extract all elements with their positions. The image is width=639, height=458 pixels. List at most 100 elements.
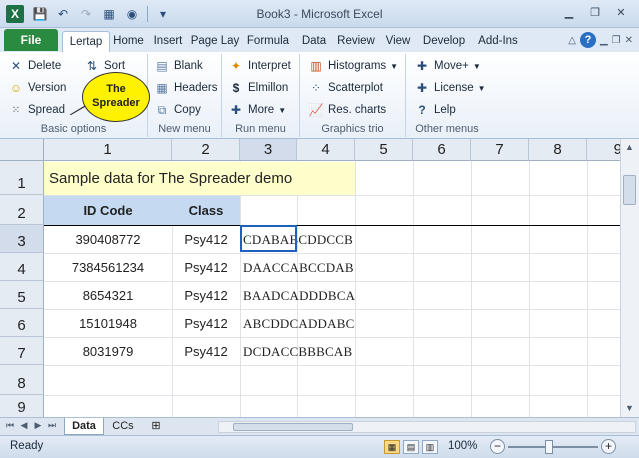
response-string-cell[interactable]: DAACCABCCDAB	[241, 254, 354, 281]
first-sheet-icon[interactable]: ⏮	[4, 420, 16, 431]
close-icon[interactable]: ✕	[609, 3, 633, 21]
column-header[interactable]: 5	[355, 139, 413, 161]
tab-formulas[interactable]: Formula	[242, 31, 294, 52]
response-string-cell[interactable]: DCDACCBBBCAB	[241, 338, 352, 365]
elmillon-button[interactable]: $ Elmillon	[228, 78, 289, 98]
zoom-slider-track[interactable]	[508, 446, 598, 448]
column-header[interactable]: 4	[297, 139, 355, 161]
tab-insert[interactable]: Insert	[148, 31, 188, 52]
workbook-close-icon[interactable]: ✕	[625, 35, 633, 46]
id-code-cell[interactable]: 7384561234	[44, 254, 172, 281]
column-header[interactable]: 9	[587, 139, 620, 161]
zoom-in-icon[interactable]: +	[601, 439, 616, 454]
workbook-restore-icon[interactable]: ❐	[612, 35, 621, 46]
select-all-corner[interactable]	[0, 139, 44, 161]
scatterplot-icon: ⁘	[310, 81, 322, 95]
column-header[interactable]: 1	[44, 139, 172, 161]
sheet-nav-buttons: ⏮ ◀ ▶ ⏭	[4, 420, 58, 431]
minimize-ribbon-icon[interactable]: △	[568, 35, 576, 46]
row-header[interactable]: 8	[0, 365, 44, 395]
column-header[interactable]: 8	[529, 139, 587, 161]
copy-label: Copy	[174, 104, 201, 116]
headers-button[interactable]: ▦ Headers	[154, 78, 217, 98]
restore-icon[interactable]: ❐	[583, 3, 607, 21]
response-string-cell[interactable]: BAADCADDDBCA	[241, 282, 355, 309]
title-bar: X 💾 ↶ ↷ ▦ ◉ ▾ Book3 - Microsoft Excel ▁ …	[0, 0, 639, 28]
id-code-cell[interactable]: 8654321	[44, 282, 172, 309]
prev-sheet-icon[interactable]: ◀	[18, 420, 30, 431]
lelp-button[interactable]: ? Lelp	[414, 100, 455, 120]
row-header[interactable]: 7	[0, 337, 44, 365]
id-code-cell[interactable]: 15101948	[44, 310, 172, 337]
version-button[interactable]: ☺ Version	[8, 78, 67, 98]
page-break-view-icon[interactable]: ▥	[422, 440, 438, 454]
tab-lertap[interactable]: Lertap	[62, 31, 110, 52]
more-plus-icon: ✚	[230, 103, 242, 117]
tab-developer[interactable]: Develop	[417, 31, 471, 52]
column-header[interactable]: 2	[172, 139, 240, 161]
row-header[interactable]: 3	[0, 225, 44, 253]
histograms-button[interactable]: ▥ Histograms ▼	[308, 56, 398, 76]
row-header[interactable]: 4	[0, 253, 44, 281]
sheet-title-cell[interactable]: Sample data for The Spreader demo	[44, 162, 355, 195]
sheet-tab-data[interactable]: Data	[64, 418, 104, 435]
tab-add-ins[interactable]: Add-Ins	[472, 31, 524, 52]
delete-button[interactable]: ✕ Delete	[8, 56, 61, 76]
minimize-icon[interactable]: ▁	[557, 3, 581, 21]
row-header[interactable]: 6	[0, 309, 44, 337]
spread-button[interactable]: ⁙ Spread	[8, 100, 65, 120]
next-sheet-icon[interactable]: ▶	[32, 420, 44, 431]
tab-data[interactable]: Data	[296, 31, 332, 52]
last-sheet-icon[interactable]: ⏭	[46, 420, 58, 431]
row-header[interactable]: 5	[0, 281, 44, 309]
horizontal-scrollbar[interactable]	[218, 421, 636, 433]
zoom-slider-thumb[interactable]	[545, 440, 553, 454]
copy-button[interactable]: ⧉ Copy	[154, 100, 201, 120]
id-code-cell[interactable]: 8031979	[44, 338, 172, 365]
blank-button[interactable]: ▤ Blank	[154, 56, 202, 76]
vertical-scroll-thumb[interactable]	[623, 175, 636, 205]
normal-view-icon[interactable]: ▦	[384, 440, 400, 454]
row-header[interactable]: 2	[0, 195, 44, 225]
response-string-cell[interactable]: ABCDDCADDABC	[241, 310, 354, 337]
insert-sheet-icon[interactable]: ⊞	[144, 418, 168, 435]
horizontal-scroll-thumb[interactable]	[233, 423, 353, 431]
more-button[interactable]: ✚ More ▼	[228, 100, 286, 120]
headers-label: Headers	[174, 82, 218, 94]
interpret-button[interactable]: ✦ Interpret	[228, 56, 291, 76]
column-header[interactable]: 6	[413, 139, 471, 161]
scroll-up-arrow-icon[interactable]: ▲	[621, 139, 638, 156]
class-cell[interactable]: Psy412	[172, 338, 240, 365]
worksheet-grid[interactable]: 1 2 3 4 5 6 7 8 9 1 2 3 4 5 6 7 8 9 Samp…	[0, 139, 620, 417]
help-icon[interactable]: ?	[579, 32, 596, 48]
move-plus-button[interactable]: ✚ Move+ ▼	[414, 56, 481, 76]
scatterplot-button[interactable]: ⁘ Scatterplot	[308, 78, 383, 98]
header-cell-class[interactable]: Class	[172, 196, 240, 225]
zoom-out-icon[interactable]: −	[490, 439, 505, 454]
tab-view[interactable]: View	[380, 31, 416, 52]
class-cell[interactable]: Psy412	[172, 310, 240, 337]
zoom-level[interactable]: 100%	[448, 440, 477, 452]
license-button[interactable]: ✚ License ▼	[414, 78, 486, 98]
header-cell-id-code[interactable]: ID Code	[44, 196, 172, 225]
tab-file[interactable]: File	[4, 29, 58, 51]
res-charts-button[interactable]: 📈 Res. charts	[308, 100, 387, 120]
id-code-cell[interactable]: 390408772	[44, 226, 172, 253]
column-header[interactable]: 3	[240, 139, 297, 161]
page-layout-view-icon[interactable]: ▤	[403, 440, 419, 454]
tab-home[interactable]: Home	[110, 31, 147, 52]
vertical-scrollbar[interactable]: ▲ ▼	[620, 139, 639, 417]
column-header[interactable]: 7	[471, 139, 529, 161]
workbook-minimize-icon[interactable]: ▁	[600, 35, 608, 46]
row-header[interactable]: 9	[0, 395, 44, 417]
dollar-icon: $	[232, 81, 240, 95]
status-text: Ready	[10, 440, 44, 452]
class-cell[interactable]: Psy412	[172, 254, 240, 281]
tab-page-layout[interactable]: Page Lay	[189, 31, 241, 52]
class-cell[interactable]: Psy412	[172, 226, 240, 253]
row-header[interactable]: 1	[0, 161, 44, 195]
class-cell[interactable]: Psy412	[172, 282, 240, 309]
scroll-down-arrow-icon[interactable]: ▼	[621, 400, 638, 417]
tab-review[interactable]: Review	[333, 31, 379, 52]
sheet-tab-ccs[interactable]: CCs	[106, 418, 140, 435]
